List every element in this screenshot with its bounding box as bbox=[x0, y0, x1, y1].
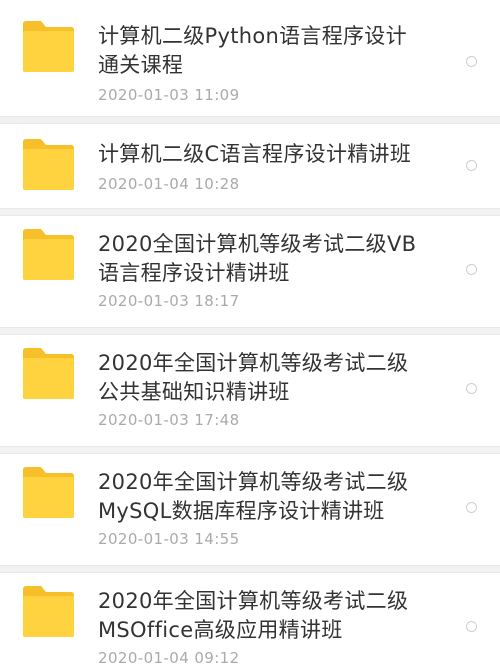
select-radio[interactable] bbox=[466, 56, 477, 67]
select-radio[interactable] bbox=[466, 160, 477, 171]
file-timestamp: 2020-01-03 11:09 bbox=[98, 86, 240, 104]
file-timestamp: 2020-01-04 09:12 bbox=[98, 649, 240, 666]
folder-icon bbox=[21, 138, 75, 191]
file-title: 计算机二级C语言程序设计精讲班 bbox=[98, 142, 412, 166]
folder-icon bbox=[21, 347, 75, 400]
list-item[interactable]: 2020年全国计算机等级考试二级 MySQL数据库程序设计精讲班 2020-01… bbox=[0, 454, 500, 565]
file-timestamp: 2020-01-03 18:17 bbox=[98, 292, 240, 310]
file-title: 2020全国计算机等级考试二级VB 语言程序设计精讲班 bbox=[98, 232, 417, 285]
list-item[interactable]: 计算机二级Python语言程序设计 通关课程 2020-01-03 11:09 bbox=[0, 0, 500, 116]
divider bbox=[0, 327, 500, 335]
divider bbox=[0, 446, 500, 454]
list-item[interactable]: 2020年全国计算机等级考试二级 MSOffice高级应用精讲班 2020-01… bbox=[0, 573, 500, 666]
file-title: 2020年全国计算机等级考试二级 MySQL数据库程序设计精讲班 bbox=[98, 470, 409, 523]
folder-icon bbox=[21, 20, 75, 73]
divider bbox=[0, 565, 500, 573]
select-radio[interactable] bbox=[466, 264, 477, 275]
divider bbox=[0, 208, 500, 216]
file-timestamp: 2020-01-03 14:55 bbox=[98, 530, 240, 548]
divider bbox=[0, 116, 500, 124]
folder-icon bbox=[21, 466, 75, 519]
list-item[interactable]: 2020全国计算机等级考试二级VB 语言程序设计精讲班 2020-01-03 1… bbox=[0, 216, 500, 327]
file-title: 2020年全国计算机等级考试二级 公共基础知识精讲班 bbox=[98, 351, 409, 404]
file-title: 2020年全国计算机等级考试二级 MSOffice高级应用精讲班 bbox=[98, 589, 409, 642]
select-radio[interactable] bbox=[466, 502, 477, 513]
file-title: 计算机二级Python语言程序设计 通关课程 bbox=[98, 24, 407, 77]
list-item[interactable]: 计算机二级C语言程序设计精讲班 2020-01-04 10:28 bbox=[0, 124, 500, 208]
file-timestamp: 2020-01-04 10:28 bbox=[98, 175, 240, 193]
file-list: 计算机二级Python语言程序设计 通关课程 2020-01-03 11:09 … bbox=[0, 0, 500, 666]
file-timestamp: 2020-01-03 17:48 bbox=[98, 411, 240, 429]
list-item[interactable]: 2020年全国计算机等级考试二级 公共基础知识精讲班 2020-01-03 17… bbox=[0, 335, 500, 446]
select-radio[interactable] bbox=[466, 621, 477, 632]
folder-icon bbox=[21, 228, 75, 281]
select-radio[interactable] bbox=[466, 383, 477, 394]
folder-icon bbox=[21, 585, 75, 638]
